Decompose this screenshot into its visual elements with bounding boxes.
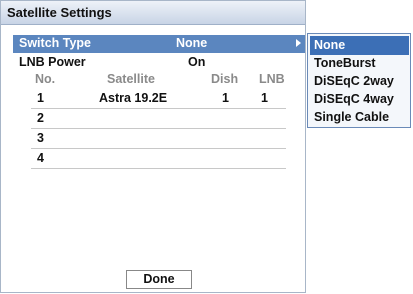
row-satellite: Astra 19.2E (99, 91, 168, 105)
row-dish: 1 (222, 91, 229, 105)
switch-type-row[interactable]: Switch Type None (13, 35, 305, 53)
lnb-power-row[interactable]: LNB Power On (13, 54, 305, 70)
title-bar: Satellite Settings (1, 1, 305, 25)
column-header-no: No. (35, 72, 56, 86)
row-number: 3 (37, 131, 44, 145)
table-row[interactable]: 3 (31, 129, 286, 149)
table-row[interactable]: 1 Astra 19.2E 1 1 (31, 89, 286, 109)
row-number: 1 (37, 91, 44, 105)
switch-type-value: None (176, 36, 208, 50)
table-row[interactable]: 4 (31, 149, 286, 169)
switch-type-label: Switch Type (19, 36, 92, 50)
switch-type-dropdown: None ToneBurst DiSEqC 2way DiSEqC 4way S… (307, 33, 411, 128)
column-header-satellite: Satellite (107, 72, 155, 86)
done-button[interactable]: Done (126, 270, 192, 289)
switch-type-option-diseqc-4way[interactable]: DiSEqC 4way (310, 90, 409, 109)
switch-type-option-toneburst[interactable]: ToneBurst (310, 54, 409, 73)
arrow-right-icon (296, 39, 301, 47)
table-row[interactable]: 2 (31, 109, 286, 129)
switch-type-option-single-cable[interactable]: Single Cable (310, 108, 409, 127)
column-header-dish: Dish (211, 72, 239, 86)
column-header-lnb: LNB (259, 72, 285, 86)
switch-type-option-none[interactable]: None (310, 36, 409, 55)
table-header: No. Satellite Dish LNB (1, 71, 305, 87)
dialog-title: Satellite Settings (7, 5, 112, 20)
row-number: 4 (37, 151, 44, 165)
row-lnb: 1 (261, 91, 268, 105)
switch-type-option-diseqc-2way[interactable]: DiSEqC 2way (310, 72, 409, 91)
satellite-settings-dialog: Satellite Settings Switch Type None LNB … (0, 0, 306, 293)
row-number: 2 (37, 111, 44, 125)
lnb-power-label: LNB Power (19, 55, 86, 69)
lnb-power-value: On (188, 55, 206, 69)
